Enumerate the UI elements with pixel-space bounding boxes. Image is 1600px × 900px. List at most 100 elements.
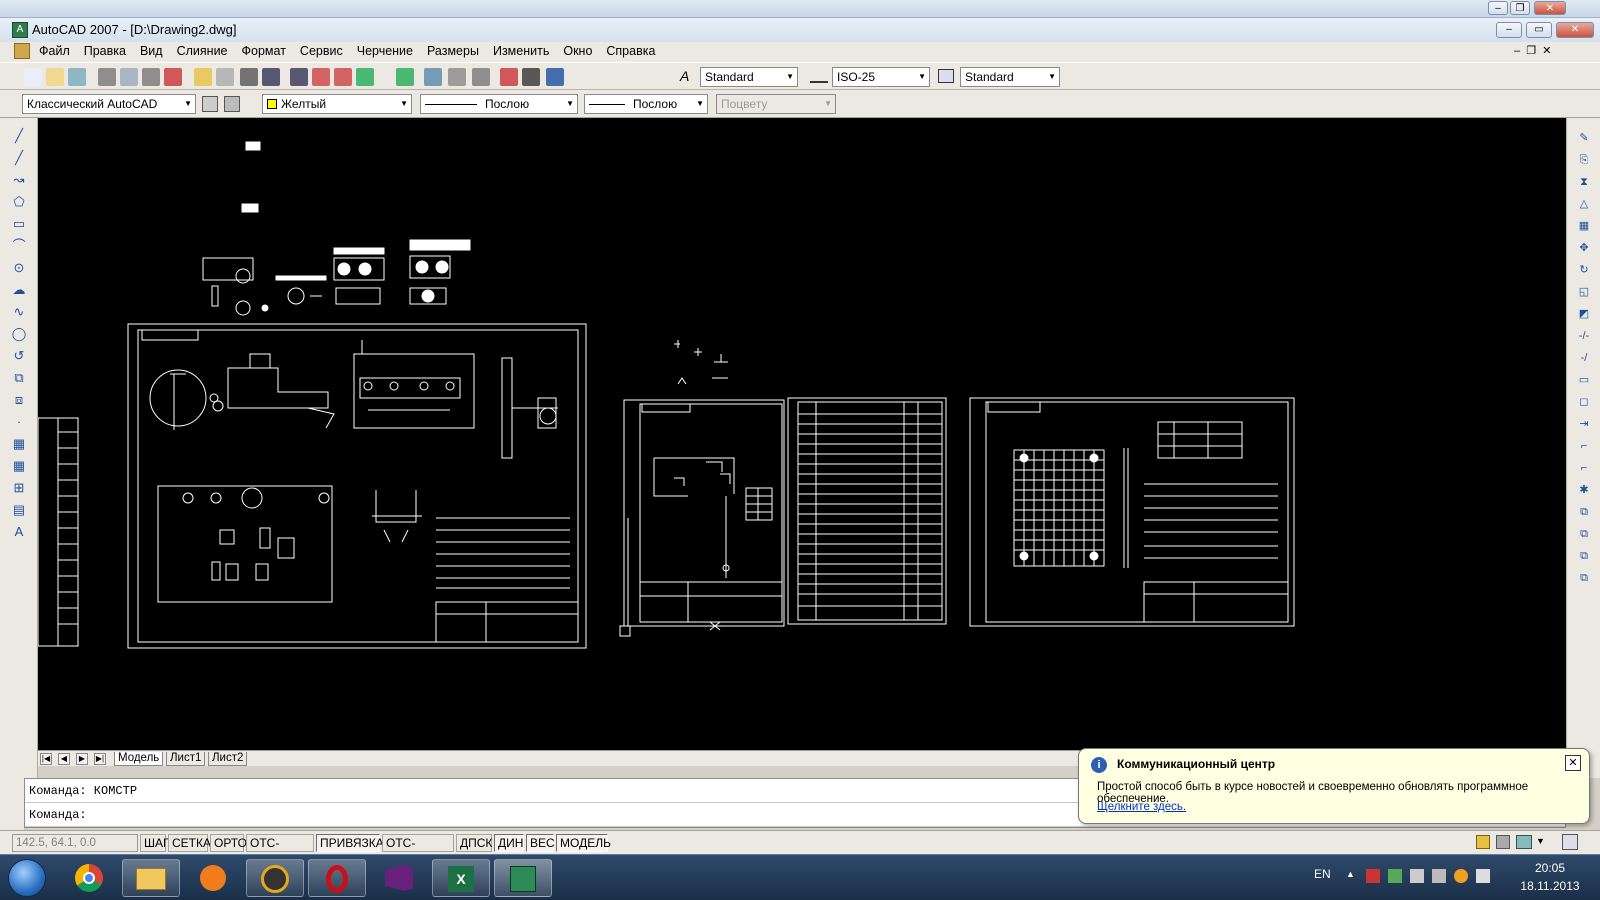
toolbar-tool-icon[interactable]	[240, 68, 258, 86]
draw-tool-icon[interactable]: ⬠	[11, 194, 27, 210]
workspace-settings-icon[interactable]	[202, 96, 218, 112]
toolbar-tool-icon[interactable]	[46, 68, 64, 86]
linetype-select[interactable]: Послою ▼	[420, 94, 578, 114]
toolbar-tool-icon[interactable]	[522, 68, 540, 86]
modify-tool-icon[interactable]: ⧉	[1576, 526, 1592, 542]
draw-tool-icon[interactable]: ⊙	[11, 260, 27, 276]
draw-tool-icon[interactable]: ▦	[11, 436, 27, 452]
modify-tool-icon[interactable]: ⧉	[1576, 504, 1592, 520]
tray-flag-icon[interactable]	[1366, 869, 1380, 883]
status-toggle-6[interactable]: ДПСК	[456, 834, 492, 852]
visual-studio-icon[interactable]	[370, 859, 428, 897]
app-maximize-button[interactable]: ▭	[1526, 22, 1552, 38]
draw-tool-icon[interactable]: ⧉	[11, 370, 27, 386]
toolbar-tool-icon[interactable]	[194, 68, 212, 86]
clean-screen-icon[interactable]	[1562, 834, 1578, 850]
restore-button[interactable]: ❐	[1510, 1, 1530, 15]
tray-network-icon[interactable]	[1388, 869, 1402, 883]
status-toggle-4[interactable]: ПРИВЯЗКА	[316, 834, 384, 852]
draw-tool-icon[interactable]: ╱	[11, 150, 27, 166]
toolbar-tool-icon[interactable]	[216, 68, 234, 86]
toolbar-tool-icon[interactable]	[98, 68, 116, 86]
modify-tool-icon[interactable]: ✱	[1576, 482, 1592, 498]
modify-tool-icon[interactable]: ⧗	[1576, 174, 1592, 190]
workspace-lock-icon[interactable]	[224, 96, 240, 112]
modify-tool-icon[interactable]: ◻	[1576, 394, 1592, 410]
toolbar-tool-icon[interactable]	[290, 68, 308, 86]
tray-settings-icon[interactable]	[1516, 835, 1532, 849]
modify-tool-icon[interactable]: -/-	[1576, 328, 1592, 344]
tab-prev-button[interactable]: ◀	[58, 753, 70, 765]
app-minimize-button[interactable]: –	[1496, 22, 1522, 38]
toolbar-tool-icon[interactable]	[68, 68, 86, 86]
draw-tool-icon[interactable]: ∿	[11, 304, 27, 320]
modify-tool-icon[interactable]: △	[1576, 196, 1592, 212]
toolbar-tool-icon[interactable]	[356, 68, 374, 86]
status-toggle-9[interactable]: МОДЕЛЬ	[556, 834, 611, 852]
tab-layout1[interactable]: Лист1	[166, 752, 206, 766]
tray-avast-icon[interactable]	[1454, 869, 1468, 883]
menu-item-6[interactable]: Черчение	[350, 42, 420, 60]
modify-tool-icon[interactable]: ◩	[1576, 306, 1592, 322]
app-close-button[interactable]: ✕	[1556, 22, 1594, 38]
draw-tool-icon[interactable]: ·	[11, 414, 27, 430]
lock-icon[interactable]	[1496, 835, 1510, 849]
toolbar-tool-icon[interactable]	[500, 68, 518, 86]
toolbar-tool-icon[interactable]	[546, 68, 564, 86]
language-indicator[interactable]: EN	[1314, 867, 1331, 881]
status-toggle-3[interactable]: ОТС-ПОЛЯР	[246, 834, 314, 866]
text-style-select[interactable]: Standard ▼	[700, 67, 798, 87]
tray-usb-icon[interactable]	[1476, 869, 1490, 883]
modify-tool-icon[interactable]: ↻	[1576, 262, 1592, 278]
status-menu-arrow-icon[interactable]: ▼	[1536, 836, 1545, 846]
opera-icon[interactable]	[308, 859, 366, 897]
comm-center-icon[interactable]	[1476, 835, 1490, 849]
excel-icon[interactable]: X	[432, 859, 490, 897]
start-orb[interactable]	[8, 859, 46, 897]
modify-tool-icon[interactable]: ▭	[1576, 372, 1592, 388]
status-toggle-5[interactable]: ОТС-ОБЪЕКТ	[382, 834, 454, 866]
draw-tool-icon[interactable]: A	[11, 524, 27, 540]
toolbar-tool-icon[interactable]	[312, 68, 330, 86]
minimize-button[interactable]: –	[1488, 1, 1508, 15]
toolbar-tool-icon[interactable]	[142, 68, 160, 86]
draw-tool-icon[interactable]: ↺	[11, 348, 27, 364]
menu-item-1[interactable]: Правка	[77, 42, 133, 60]
volume-icon[interactable]	[1410, 869, 1424, 883]
modify-tool-icon[interactable]: ⎘	[1576, 152, 1592, 168]
explorer-icon[interactable]	[122, 859, 180, 897]
tab-last-button[interactable]: ▶|	[94, 753, 106, 765]
avast-icon[interactable]	[184, 859, 242, 897]
menu-item-0[interactable]: Файл	[32, 42, 77, 60]
modify-tool-icon[interactable]: -/	[1576, 350, 1592, 366]
toolbar-tool-icon[interactable]	[164, 68, 182, 86]
layer-select[interactable]: Желтый ▼	[262, 94, 412, 114]
menu-item-8[interactable]: Изменить	[486, 42, 556, 60]
chrome-icon[interactable]	[60, 859, 118, 897]
toolbar-tool-icon[interactable]	[334, 68, 352, 86]
menu-item-5[interactable]: Сервис	[293, 42, 350, 60]
modify-tool-icon[interactable]: ⇥	[1576, 416, 1592, 432]
draw-tool-icon[interactable]: ↝	[11, 172, 27, 188]
draw-tool-icon[interactable]: ⌒	[11, 238, 27, 254]
workspace-select[interactable]: Классический AutoCAD ▼	[22, 94, 196, 114]
toolbar-tool-icon[interactable]	[24, 68, 42, 86]
balloon-close-button[interactable]: ✕	[1565, 755, 1581, 771]
toolbar-tool-icon[interactable]	[120, 68, 138, 86]
menu-item-3[interactable]: Слияние	[170, 42, 235, 60]
draw-tool-icon[interactable]: ▤	[11, 502, 27, 518]
lineweight-select[interactable]: Послою ▼	[584, 94, 708, 114]
autocad-drawing-icon[interactable]	[494, 859, 552, 897]
tray-expand-icon[interactable]: ▲	[1346, 869, 1355, 879]
tab-next-button[interactable]: ▶	[76, 753, 88, 765]
close-button[interactable]: ✕	[1534, 1, 1566, 15]
drawing-canvas[interactable]	[37, 118, 1566, 750]
draw-tool-icon[interactable]: ⧈	[11, 392, 27, 408]
draw-tool-icon[interactable]: ☁	[11, 282, 27, 298]
modify-tool-icon[interactable]: ⧉	[1576, 570, 1592, 586]
toolbar-tool-icon[interactable]	[262, 68, 280, 86]
draw-tool-icon[interactable]: ▦	[11, 458, 27, 474]
modify-tool-icon[interactable]: ⌐	[1576, 438, 1592, 454]
draw-tool-icon[interactable]: ╱	[11, 128, 27, 144]
tab-first-button[interactable]: |◀	[40, 753, 52, 765]
